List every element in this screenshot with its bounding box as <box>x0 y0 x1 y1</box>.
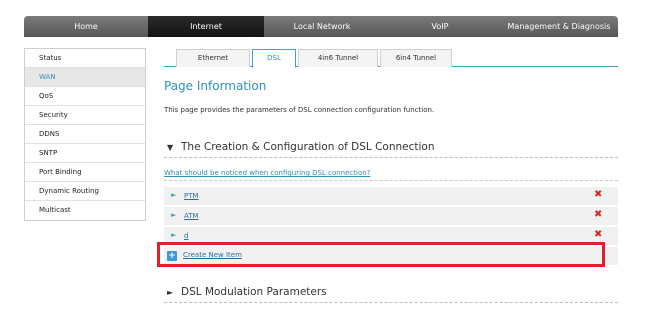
expanded-arrow-icon: ▼ <box>167 143 174 152</box>
expand-arrow-icon: ► <box>171 191 177 199</box>
connection-name-link[interactable]: PTM <box>184 192 199 200</box>
page-title: Page Information <box>164 79 267 93</box>
tab-ethernet[interactable]: Ethernet <box>176 49 250 67</box>
sidebar-item-status[interactable]: Status <box>25 49 145 68</box>
nav-management-diagnosis[interactable]: Management & Diagnosis <box>500 16 618 37</box>
section-title: The Creation & Configuration of DSL Conn… <box>181 141 435 153</box>
connection-row-ptm[interactable]: ► PTM ✖ <box>164 187 618 206</box>
sidebar-item-dynamic-routing[interactable]: Dynamic Routing <box>25 182 145 201</box>
tab-6in4-tunnel[interactable]: 6in4 Tunnel <box>380 49 452 67</box>
connection-name-link[interactable]: ATM <box>184 212 199 220</box>
sidebar-item-security[interactable]: Security <box>25 106 145 125</box>
sidebar-item-port-binding[interactable]: Port Binding <box>25 163 145 182</box>
delete-icon[interactable]: ✖ <box>594 229 602 240</box>
top-nav: Home Internet Local Network VoIP Managem… <box>24 16 618 37</box>
connection-row-atm[interactable]: ► ATM ✖ <box>164 207 618 226</box>
dsl-connection-section-header[interactable]: ▼ The Creation & Configuration of DSL Co… <box>164 138 618 158</box>
nav-voip[interactable]: VoIP <box>380 16 500 37</box>
divider <box>164 180 618 181</box>
connection-name-link[interactable]: d <box>184 232 188 240</box>
expand-arrow-icon: ► <box>171 231 177 239</box>
tab-4in6-tunnel[interactable]: 4in6 Tunnel <box>298 49 378 67</box>
sidebar-item-wan[interactable]: WAN <box>25 68 145 87</box>
tab-dsl[interactable]: DSL <box>252 49 296 68</box>
delete-icon[interactable]: ✖ <box>594 209 602 220</box>
page-description: This page provides the parameters of DSL… <box>164 106 435 114</box>
sidebar-item-qos[interactable]: QoS <box>25 87 145 106</box>
highlight-box <box>157 242 605 267</box>
nav-home[interactable]: Home <box>24 16 148 37</box>
collapsed-arrow-icon: ► <box>167 288 174 297</box>
nav-internet[interactable]: Internet <box>148 16 264 37</box>
expand-arrow-icon: ► <box>171 211 177 219</box>
sidebar-item-sntp[interactable]: SNTP <box>25 144 145 163</box>
dsl-help-link[interactable]: What should be noticed when configuring … <box>164 169 370 177</box>
tab-bar: Ethernet DSL 4in6 Tunnel 6in4 Tunnel <box>164 49 618 68</box>
dsl-modulation-section-header[interactable]: ► DSL Modulation Parameters <box>164 283 618 303</box>
sidebar: Status WAN QoS Security DDNS SNTP Port B… <box>24 48 146 221</box>
sidebar-item-multicast[interactable]: Multicast <box>25 201 145 220</box>
nav-local-network[interactable]: Local Network <box>264 16 380 37</box>
sidebar-item-ddns[interactable]: DDNS <box>25 125 145 144</box>
section-title: DSL Modulation Parameters <box>181 286 327 298</box>
delete-icon[interactable]: ✖ <box>594 189 602 200</box>
